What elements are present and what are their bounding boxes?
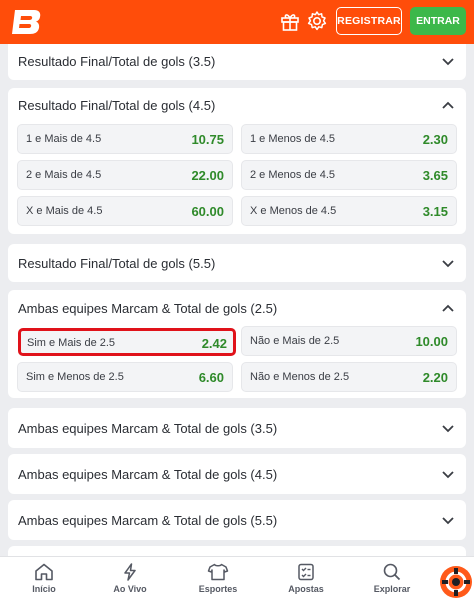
market-title: Resultado Final/Total de gols (5.5) [18,256,216,271]
odd-option[interactable]: 2 e Mais de 4.5 22.00 [17,160,233,190]
logo-icon[interactable] [12,8,42,36]
option-odd: 2.20 [422,370,448,385]
odd-option[interactable]: X e Menos de 4.5 3.15 [241,196,457,226]
odd-option[interactable]: Sim e Menos de 2.5 6.60 [17,362,233,392]
market-title: Ambas equipes Marcam & Total de gols (3.… [18,421,278,436]
option-label: Sim e Menos de 2.5 [26,371,124,383]
nav-sports[interactable]: Esportes [183,563,253,594]
chat-icon [442,568,470,596]
market-section[interactable]: Ambas equipes Marcam & Total de gols (3.… [8,408,466,448]
chevron-down-icon[interactable] [442,425,454,433]
option-odd: 2.42 [201,336,227,351]
odd-option[interactable]: 1 e Menos de 4.5 2.30 [241,124,457,154]
nav-live[interactable]: Ao Vivo [95,563,165,594]
nav-bets[interactable]: Apostas [271,563,341,594]
odd-option[interactable]: X e Mais de 4.5 60.00 [17,196,233,226]
search-icon [383,563,401,581]
option-label: 1 e Menos de 4.5 [250,133,336,145]
market-title: Ambas equipes Marcam & Total de gols (5.… [18,513,278,528]
betslip-icon [298,563,314,581]
option-label: Não e Mais de 2.5 [250,335,340,347]
nav-label: Ao Vivo [113,584,147,594]
shirt-icon [207,563,229,581]
option-odd: 6.60 [198,370,224,385]
nav-label: Início [32,584,56,594]
option-label: Não e Menos de 2.5 [250,371,350,383]
gift-icon[interactable] [279,10,301,32]
odd-option[interactable]: 2 e Menos de 4.5 3.65 [241,160,457,190]
lightning-icon [124,563,136,581]
option-odd: 3.15 [422,204,448,219]
chevron-down-icon[interactable] [442,471,454,479]
option-label: X e Mais de 4.5 [26,205,103,217]
market-section[interactable]: Resultado Final/Total de gols (5.5) [8,244,466,282]
chat-button[interactable] [440,566,472,598]
market-title: Resultado Final/Total de gols (3.5) [18,54,216,69]
nav-home[interactable]: Início [9,563,79,594]
option-odd: 22.00 [191,168,224,183]
login-button[interactable]: ENTRAR [410,7,466,35]
market-title: Ambas equipes Marcam & Total de gols (2.… [18,301,278,316]
market-section: Resultado Final/Total de gols (4.5) 1 e … [8,88,466,234]
market-section[interactable]: Ambas equipes Marcam & Total de gols (4.… [8,454,466,494]
chevron-down-icon[interactable] [442,260,454,268]
option-label: X e Menos de 4.5 [250,205,337,217]
market-section[interactable]: Resultado Final/Total de gols (3.5) [8,44,466,80]
chevron-up-icon[interactable] [442,101,454,109]
bottom-nav: Início Ao Vivo Esportes Apostas Explorar [0,556,474,603]
nav-label: Esportes [198,584,238,594]
chevron-down-icon[interactable] [442,517,454,525]
chevron-down-icon[interactable] [442,58,454,66]
option-label: Sim e Mais de 2.5 [27,337,116,349]
market-title: Ambas equipes Marcam & Total de gols (4.… [18,467,278,482]
option-odd: 10.75 [191,132,224,147]
nav-label: Apostas [288,584,324,594]
market-section[interactable]: Ambas equipes Marcam & Total de gols (5.… [8,500,466,540]
chevron-up-icon[interactable] [442,304,454,312]
market-section: Ambas equipes Marcam & Total de gols (2.… [8,290,466,398]
register-button[interactable]: REGISTRAR [336,7,402,35]
odd-option[interactable]: Não e Mais de 2.5 10.00 [241,326,457,356]
option-odd: 3.65 [422,168,448,183]
odd-option[interactable]: 1 e Mais de 4.5 10.75 [17,124,233,154]
home-icon [35,563,53,581]
odd-option[interactable]: Não e Menos de 2.5 2.20 [241,362,457,392]
option-odd: 60.00 [191,204,224,219]
option-label: 1 e Mais de 4.5 [26,133,102,145]
top-bar: REGISTRAR ENTRAR [0,0,474,44]
nav-explore[interactable]: Explorar [357,563,427,594]
market-title: Resultado Final/Total de gols (4.5) [18,98,216,113]
odd-option-selected[interactable]: Sim e Mais de 2.5 2.42 [18,328,236,356]
option-label: 2 e Menos de 4.5 [250,169,336,181]
option-odd: 2.30 [422,132,448,147]
gear-icon[interactable] [306,10,328,32]
nav-label: Explorar [373,584,411,594]
option-label: 2 e Mais de 4.5 [26,169,102,181]
option-odd: 10.00 [415,334,448,349]
